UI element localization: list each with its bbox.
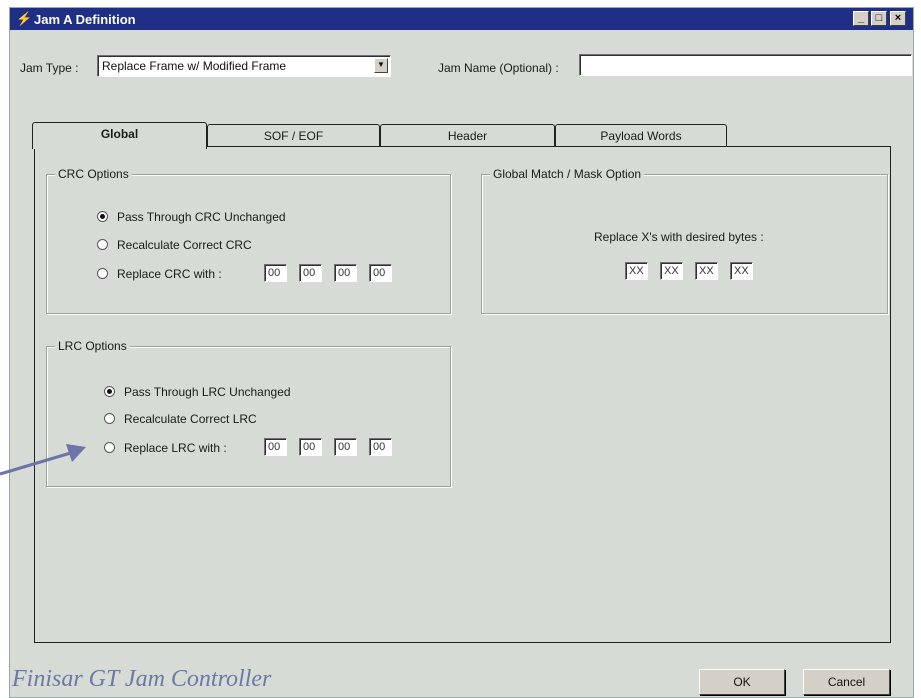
arrow-shaft [0,450,75,476]
annotation-arrow-icon [0,444,86,476]
jam-definition-window: ⚡ Jam A Definition _ □ × Jam Type : Repl… [9,7,914,698]
chevron-down-icon[interactable]: ▼ [374,58,388,73]
lrc-options-group: LRC Options Pass Through LRC Unchanged R… [46,339,451,487]
lrc-byte-1[interactable]: 00 [264,438,287,456]
brand-logo-text: Finisar GT Jam Controller [12,666,272,692]
tab-payload-words[interactable]: Payload Words [555,124,727,148]
lrc-pass-through-label: Pass Through LRC Unchanged [124,385,291,399]
global-match-group: Global Match / Mask Option Replace X's w… [481,167,888,314]
mask-byte-1[interactable]: XX [625,262,648,280]
lrc-byte-2[interactable]: 00 [299,438,322,456]
global-tab-panel: CRC Options Pass Through CRC Unchanged R… [34,146,891,643]
mask-byte-4[interactable]: XX [730,262,753,280]
radio-selected-icon[interactable] [104,386,115,397]
crc-recalculate-radio[interactable]: Recalculate Correct CRC [97,238,252,252]
crc-pass-through-radio[interactable]: Pass Through CRC Unchanged [97,210,286,224]
crc-options-title: CRC Options [55,167,132,181]
crc-byte-3[interactable]: 00 [334,264,357,282]
crc-byte-2[interactable]: 00 [299,264,322,282]
crc-replace-label: Replace CRC with : [117,267,222,281]
lrc-pass-through-radio[interactable]: Pass Through LRC Unchanged [104,385,291,399]
crc-pass-through-label: Pass Through CRC Unchanged [117,210,286,224]
crc-replace-radio[interactable]: Replace CRC with : [97,267,222,281]
radio-icon[interactable] [97,268,108,279]
lrc-recalculate-radio[interactable]: Recalculate Correct LRC [104,412,257,426]
global-match-description: Replace X's with desired bytes : [594,230,764,244]
title-bar[interactable]: ⚡ Jam A Definition _ □ × [10,8,913,30]
lrc-replace-label: Replace LRC with : [124,441,227,455]
minimize-button[interactable]: _ [853,11,869,26]
radio-icon[interactable] [104,413,115,424]
tab-global[interactable]: Global [32,122,207,149]
radio-selected-icon[interactable] [97,211,108,222]
ok-button[interactable]: OK [699,669,785,695]
cancel-button[interactable]: Cancel [803,669,890,695]
maximize-button[interactable]: □ [871,11,887,26]
arrow-head [66,444,86,462]
lightning-icon: ⚡ [16,11,33,26]
lrc-options-title: LRC Options [55,339,130,353]
tab-header[interactable]: Header [380,124,555,148]
radio-icon[interactable] [104,442,115,453]
lrc-byte-3[interactable]: 00 [334,438,357,456]
crc-options-group: CRC Options Pass Through CRC Unchanged R… [46,167,451,314]
jam-name-input[interactable] [579,54,912,76]
tab-sof-eof[interactable]: SOF / EOF [207,124,380,148]
jam-type-value: Replace Frame w/ Modified Frame [102,59,287,73]
lrc-replace-radio[interactable]: Replace LRC with : [104,441,227,455]
window-title: Jam A Definition [34,12,136,27]
radio-icon[interactable] [97,239,108,250]
close-button[interactable]: × [890,11,906,26]
jam-name-label: Jam Name (Optional) : [438,61,559,75]
crc-byte-4[interactable]: 00 [369,264,392,282]
crc-byte-1[interactable]: 00 [264,264,287,282]
jam-type-select[interactable]: Replace Frame w/ Modified Frame ▼ [97,55,391,77]
mask-byte-3[interactable]: XX [695,262,718,280]
jam-type-label: Jam Type : [20,61,79,75]
global-match-title: Global Match / Mask Option [490,167,645,181]
crc-recalculate-label: Recalculate Correct CRC [117,238,252,252]
lrc-recalculate-label: Recalculate Correct LRC [124,412,257,426]
mask-byte-2[interactable]: XX [660,262,683,280]
lrc-byte-4[interactable]: 00 [369,438,392,456]
